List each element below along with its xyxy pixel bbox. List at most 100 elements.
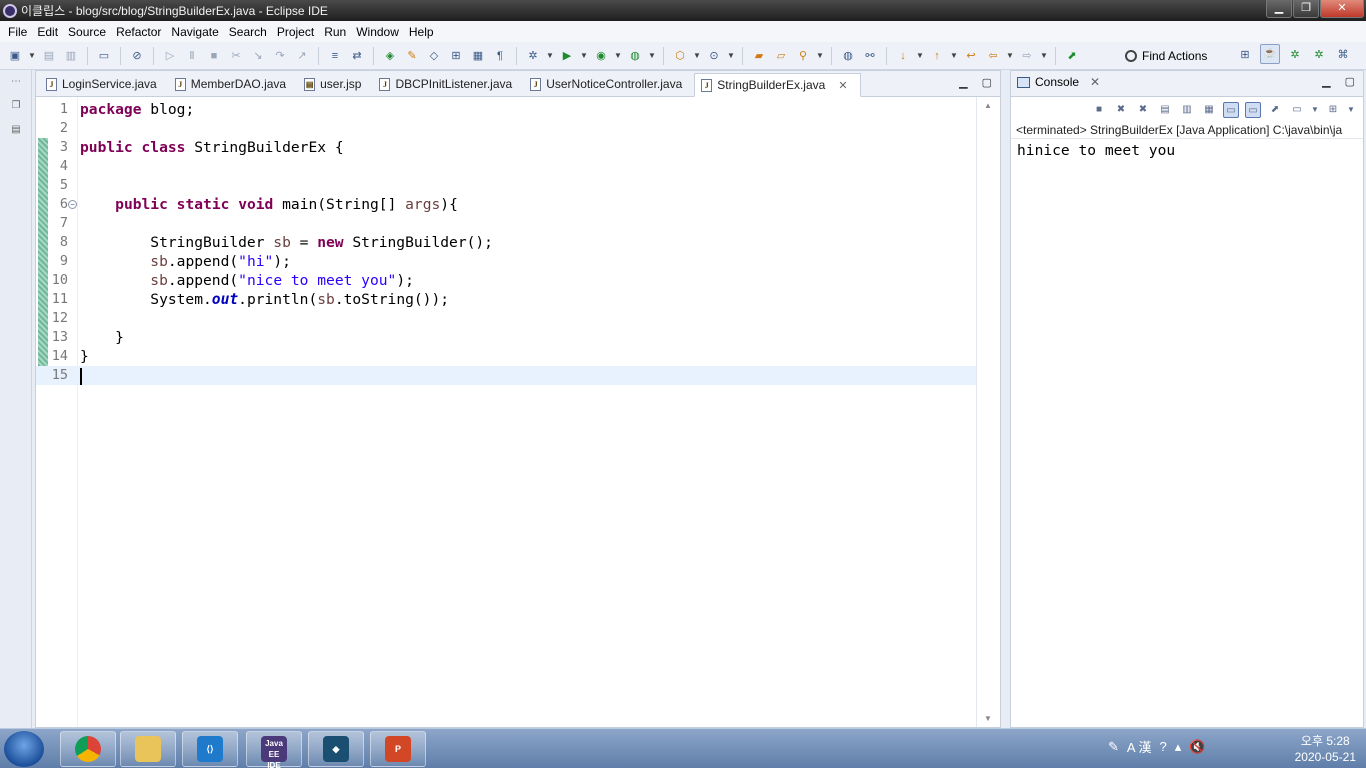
disconnect-icon[interactable]: ✂ [227,47,245,65]
pin-editor-icon[interactable]: ⬈ [1063,47,1081,65]
code-editor[interactable]: 1 package blog; 2 3 public class StringBuild… [36,97,1000,727]
code-line[interactable]: 6− public static void main(String[] args… [36,195,976,214]
code-line[interactable]: 15 [36,366,976,385]
code-line[interactable]: 3 public class StringBuilderEx { [36,138,976,157]
menu-help[interactable]: Help [404,25,439,39]
ime-mode[interactable]: A 漢 [1127,737,1152,756]
taskbar-eclipse[interactable]: Java EE IDE [246,731,302,768]
back-dropdown-icon[interactable]: ▼ [1006,47,1014,65]
link-icon[interactable]: ⚯ [861,47,879,65]
close-tab-icon[interactable]: ✕ [838,79,847,92]
open-task-icon[interactable]: ▱ [772,47,790,65]
menu-project[interactable]: Project [272,25,319,39]
forward-icon[interactable]: ⇨ [1018,47,1036,65]
taskbar-vscode[interactable]: ⟨⟩ [182,731,238,767]
search-icon[interactable]: ⚲ [794,47,812,65]
step-return-icon[interactable]: ↗ [293,47,311,65]
code-line[interactable]: 1 package blog; [36,100,976,119]
fold-collapse-icon[interactable]: − [68,200,77,209]
step-over-icon[interactable]: ↷ [271,47,289,65]
code-line[interactable]: 9 sb.append("hi"); [36,252,976,271]
display-console-icon[interactable]: ▭ [1289,102,1305,118]
terminate-icon[interactable]: ■ [1091,102,1107,118]
restore-view-icon[interactable]: ⋯ [5,76,27,94]
external-tools-dropdown-icon[interactable]: ▼ [648,47,656,65]
code-line[interactable]: 5 [36,176,976,195]
open-console-icon[interactable]: ⊞ [1325,102,1341,118]
menu-source[interactable]: Source [63,25,111,39]
toggle-mark-occurrences-icon[interactable]: ✎ [403,47,421,65]
tab-console[interactable]: Console ✕ [1017,75,1100,89]
display-dropdown-icon[interactable]: ▼ [1311,102,1319,118]
save-icon[interactable]: ▤ [40,47,58,65]
tray-overflow-icon[interactable]: ▴ [1175,739,1182,755]
console-output[interactable]: hinice to meet you [1011,139,1363,162]
menu-edit[interactable]: Edit [32,25,63,39]
package-explorer-icon[interactable]: ❐ [5,100,27,118]
new-server-dropdown-icon[interactable]: ▼ [693,47,701,65]
git-perspective-icon[interactable]: ⌘ [1334,45,1352,63]
new-icon[interactable]: ▣ [6,47,24,65]
block-selection-icon[interactable]: ◇ [425,47,443,65]
open-perspective-icon[interactable]: ⊞ [1236,45,1254,63]
taskbar-mysql-workbench[interactable]: ◆ [308,731,364,767]
menu-window[interactable]: Window [351,25,404,39]
taskbar-chrome[interactable] [60,731,116,767]
run-dropdown-icon[interactable]: ▼ [580,47,588,65]
debug-icon[interactable]: ✲ [524,47,542,65]
code-line[interactable]: 7 [36,214,976,233]
debug-perspective-icon[interactable]: ✲ [1286,45,1304,63]
start-button[interactable] [4,731,44,767]
previous-annotation-icon[interactable]: ↑ [928,47,946,65]
java-perspective-icon[interactable]: ✲ [1310,45,1328,63]
minimize-console-icon[interactable]: ▁ [1322,75,1330,88]
code-line[interactable]: 8 StringBuilder sb = new StringBuilder()… [36,233,976,252]
skip-breakpoints-icon[interactable]: ⊘ [128,47,146,65]
drop-to-frame-icon[interactable]: ⇄ [348,47,366,65]
menu-navigate[interactable]: Navigate [166,25,223,39]
next-annotation-icon[interactable]: ↓ [894,47,912,65]
close-console-icon[interactable]: ✕ [1090,75,1100,89]
minimize-button[interactable]: ▁ [1266,0,1292,18]
menu-file[interactable]: File [3,25,32,39]
code-line[interactable]: 10 sb.append("nice to meet you"); [36,271,976,290]
terminate-icon[interactable]: ■ [205,47,223,65]
globe-icon[interactable]: ◍ [839,47,857,65]
clear-console-icon[interactable]: ▤ [1157,102,1173,118]
new-dropdown-icon[interactable]: ▼ [28,47,36,65]
project-explorer-icon[interactable]: ▤ [5,124,27,142]
remove-launch-icon[interactable]: ✖ [1113,102,1129,118]
previous-annotation-dropdown-icon[interactable]: ▼ [950,47,958,65]
taskbar-powerpoint[interactable]: P [370,731,426,767]
open-type-icon[interactable]: ◈ [381,47,399,65]
minimize-editor-icon[interactable]: ▁ [959,76,967,89]
open-dropdown-icon[interactable]: ▼ [1347,102,1355,118]
show-on-stdout-icon[interactable]: ▭ [1223,102,1239,118]
editor-vertical-scrollbar[interactable]: ▲ ▼ [976,97,1000,727]
taskbar-file-explorer[interactable] [120,731,176,767]
back-icon[interactable]: ⇦ [984,47,1002,65]
suspend-icon[interactable]: Ⅱ [183,47,201,65]
show-whitespace-icon[interactable]: ▦ [469,47,487,65]
menu-refactor[interactable]: Refactor [111,25,166,39]
word-wrap-icon[interactable]: ▦ [1201,102,1217,118]
pilcrow-icon[interactable]: ¶ [491,47,509,65]
menu-run[interactable]: Run [319,25,351,39]
search-dropdown-icon[interactable]: ▼ [816,47,824,65]
code-line[interactable]: 14} [36,347,976,366]
show-on-stderr-icon[interactable]: ▭ [1245,102,1261,118]
new-class-icon[interactable]: ⊙ [705,47,723,65]
java-ee-perspective-icon[interactable]: ☕ [1260,44,1280,64]
open-folder-icon[interactable]: ▰ [750,47,768,65]
new-class-dropdown-icon[interactable]: ▼ [727,47,735,65]
use-step-filters-icon[interactable]: ≡ [326,47,344,65]
terminal-icon[interactable]: ▭ [95,47,113,65]
last-edit-icon[interactable]: ↩ [962,47,980,65]
help-icon[interactable]: ? [1159,739,1166,754]
next-annotation-dropdown-icon[interactable]: ▼ [916,47,924,65]
tab-user-jsp[interactable]: ▤ user.jsp [298,72,373,96]
tab-memberdao[interactable]: J MemberDAO.java [169,72,298,96]
remove-all-terminated-icon[interactable]: ✖ [1135,102,1151,118]
code-line[interactable]: 4 [36,157,976,176]
restore-button[interactable]: ❐ [1293,0,1319,18]
